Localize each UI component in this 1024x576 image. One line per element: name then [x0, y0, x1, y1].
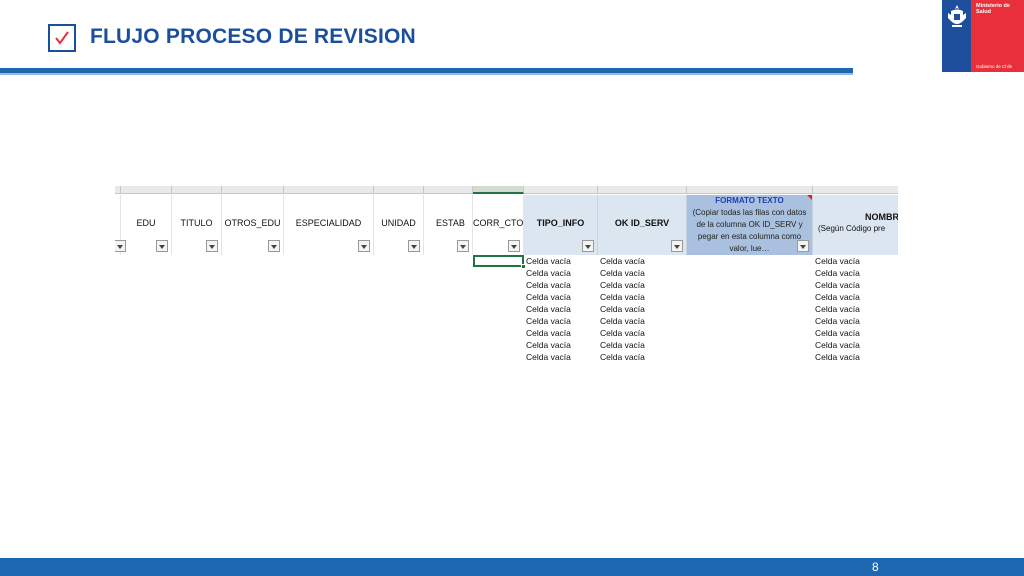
slide-title: FLUJO PROCESO DE REVISION — [90, 25, 416, 48]
nombre-title: NOMBRE — [865, 212, 898, 222]
header-label: UNIDAD — [381, 218, 416, 228]
header-row: EDU TITULO OTROS_EDU ESPECIALIDAD UNIDAD… — [115, 195, 898, 255]
cell-nombre[interactable]: Celda vacía — [814, 351, 860, 363]
coat-of-arms-icon — [947, 5, 966, 27]
cell-tipo-info[interactable]: Celda vacía — [525, 327, 571, 339]
logo-red-band: Ministerio de Salud Gobierno de Chile — [971, 0, 1024, 72]
filter-dropdown-button[interactable] — [508, 240, 520, 252]
header-label: TITULO — [180, 218, 213, 228]
cell-nombre[interactable]: Celda vacía — [814, 291, 860, 303]
formato-texto-instructions: (Copiar todas las filas con datos de la … — [692, 208, 807, 253]
column-letters-row — [115, 186, 898, 194]
header-label: ESPECIALIDAD — [295, 218, 362, 228]
checkmark-icon — [55, 31, 69, 45]
column-letter — [284, 186, 374, 194]
cell-tipo-info[interactable]: Celda vacía — [525, 315, 571, 327]
column-letter — [222, 186, 284, 194]
header-cell-estab: ESTAB — [424, 195, 473, 255]
header-cell-titulo: TITULO — [172, 195, 222, 255]
formato-texto-title: FORMATO TEXTO — [715, 196, 784, 205]
cell-tipo-info[interactable]: Celda vacía — [525, 303, 571, 315]
cell-tipo-info[interactable]: Celda vacía — [525, 267, 571, 279]
table-row: Celda vacía Celda vacía Celda vacía — [115, 291, 898, 303]
cell-nombre[interactable]: Celda vacía — [814, 315, 860, 327]
checkmark-box-icon — [48, 24, 76, 52]
table-row: Celda vacía Celda vacía Celda vacía — [115, 303, 898, 315]
filter-dropdown-button[interactable] — [457, 240, 469, 252]
cell-ok-id-serv[interactable]: Celda vacía — [599, 279, 645, 291]
header-cell-tipo-info: TIPO_INFO — [524, 195, 598, 255]
column-letter — [374, 186, 424, 194]
cell-tipo-info[interactable]: Celda vacía — [525, 279, 571, 291]
cell-ok-id-serv[interactable]: Celda vacía — [599, 255, 645, 267]
table-row: Celda vacía Celda vacía Celda vacía — [115, 267, 898, 279]
cell-nombre[interactable]: Celda vacía — [814, 339, 860, 351]
cell-ok-id-serv[interactable]: Celda vacía — [599, 339, 645, 351]
cell-ok-id-serv[interactable]: Celda vacía — [599, 267, 645, 279]
header-cell-corr-cto: CORR_CTO — [473, 195, 524, 255]
table-row: Celda vacía Celda vacía Celda vacía — [115, 279, 898, 291]
cell-ok-id-serv[interactable]: Celda vacía — [599, 327, 645, 339]
data-rows: Celda vacía Celda vacía Celda vacía Celda v… — [115, 255, 898, 366]
spreadsheet-screenshot: EDU TITULO OTROS_EDU ESPECIALIDAD UNIDAD… — [115, 186, 898, 366]
column-letter-active — [473, 186, 524, 194]
header-cell-unidad: UNIDAD — [374, 195, 424, 255]
ministerio-logo: Ministerio de Salud Gobierno de Chile — [942, 0, 1024, 72]
column-letter — [172, 186, 222, 194]
table-row: Celda vacía Celda vacía Celda vacía — [115, 327, 898, 339]
cell-nombre[interactable]: Celda vacía — [814, 327, 860, 339]
cell-nombre[interactable]: Celda vacía — [814, 267, 860, 279]
filter-dropdown-button[interactable] — [206, 240, 218, 252]
filter-dropdown-button[interactable] — [408, 240, 420, 252]
cell-ok-id-serv[interactable]: Celda vacía — [599, 303, 645, 315]
table-row: Celda vacía Celda vacía Celda vacía — [115, 339, 898, 351]
header-label: TIPO_INFO — [536, 218, 585, 228]
cell-tipo-info[interactable]: Celda vacía — [525, 291, 571, 303]
filter-dropdown-button[interactable] — [268, 240, 280, 252]
column-letter — [524, 186, 598, 194]
title-underline-shadow — [0, 73, 853, 75]
column-letter — [121, 186, 172, 194]
header-cell-nombre: NOMBRE (Según Código pre — [813, 195, 898, 255]
header-label: ESTAB — [436, 218, 465, 228]
cell-ok-id-serv[interactable]: Celda vacía — [599, 291, 645, 303]
header-label: OTROS_EDU — [224, 218, 281, 228]
filter-dropdown-button[interactable] — [671, 240, 683, 252]
filter-dropdown-button[interactable] — [797, 240, 809, 252]
column-letter — [687, 186, 813, 194]
column-letter — [598, 186, 687, 194]
header-cell-otros-edu: OTROS_EDU — [222, 195, 284, 255]
header-cell-especialidad: ESPECIALIDAD — [284, 195, 374, 255]
cell-nombre[interactable]: Celda vacía — [814, 303, 860, 315]
table-row: Celda vacía Celda vacía Celda vacía — [115, 255, 898, 267]
column-letter — [813, 186, 898, 194]
header-cell-formato-texto: FORMATO TEXTO (Copiar todas las filas co… — [687, 195, 813, 255]
logo-government-text: Gobierno de Chile — [976, 64, 1013, 69]
header-label: CORR_CTO — [473, 218, 524, 228]
nombre-subtitle: (Según Código pre — [818, 224, 886, 233]
cell-tipo-info[interactable]: Celda vacía — [525, 339, 571, 351]
filter-dropdown-button[interactable] — [582, 240, 594, 252]
cell-ok-id-serv[interactable]: Celda vacía — [599, 351, 645, 363]
filter-dropdown-button[interactable] — [358, 240, 370, 252]
logo-blue-band — [942, 0, 971, 72]
cell-nombre[interactable]: Celda vacía — [814, 279, 860, 291]
cell-nombre[interactable]: Celda vacía — [814, 255, 860, 267]
header-label: EDU — [136, 218, 156, 228]
filter-dropdown-button[interactable] — [156, 240, 168, 252]
footer-bar — [0, 558, 1024, 576]
header-cell-ok-id-serv: OK ID_SERV — [598, 195, 687, 255]
column-letter — [424, 186, 473, 194]
cell-tipo-info[interactable]: Celda vacía — [525, 255, 571, 267]
cell-ok-id-serv[interactable]: Celda vacía — [599, 315, 645, 327]
header-cell-edu: EDU — [121, 195, 172, 255]
header-label: OK ID_SERV — [614, 218, 670, 228]
table-row: Celda vacía Celda vacía Celda vacía — [115, 315, 898, 327]
logo-ministry-text: Ministerio de Salud — [976, 3, 1010, 15]
table-row: Celda vacía Celda vacía Celda vacía — [115, 351, 898, 363]
page-number: 8 — [872, 560, 879, 574]
cell-tipo-info[interactable]: Celda vacía — [525, 351, 571, 363]
